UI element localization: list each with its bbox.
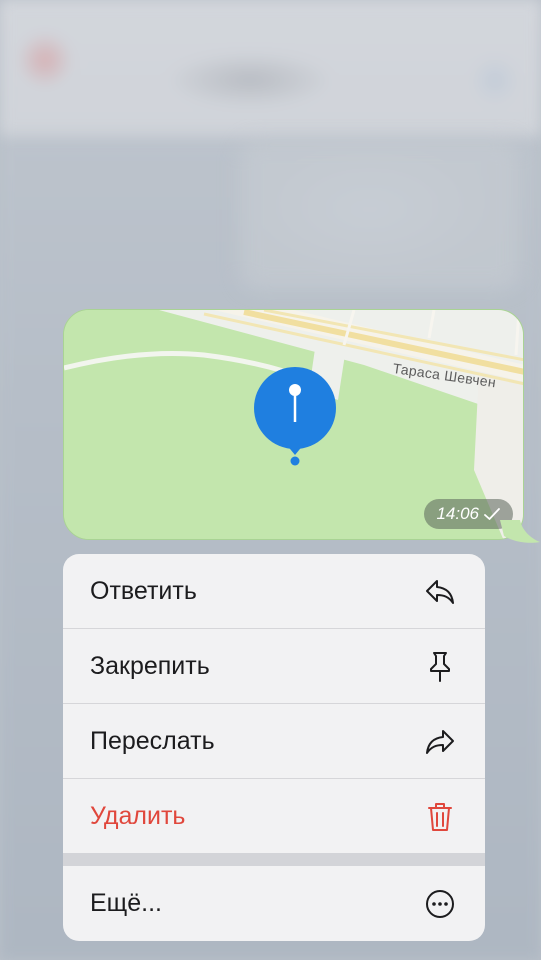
menu-item-reply[interactable]: Ответить bbox=[63, 554, 485, 629]
menu-item-label: Удалить bbox=[90, 802, 186, 830]
trash-icon bbox=[423, 800, 457, 834]
menu-item-pin[interactable]: Закрепить bbox=[63, 629, 485, 704]
pin-icon bbox=[423, 650, 457, 684]
menu-item-delete[interactable]: Удалить bbox=[63, 779, 485, 854]
menu-item-label: Ещё... bbox=[90, 889, 162, 917]
more-icon bbox=[423, 887, 457, 921]
reply-icon bbox=[423, 575, 457, 609]
context-menu: Ответить Закрепить Переслать Удалить Ещё… bbox=[63, 554, 485, 941]
screen: Тараса Шевчен 14:06 Ответить Закрепить П… bbox=[0, 0, 541, 960]
menu-item-more[interactable]: Ещё... bbox=[63, 866, 485, 941]
blurred-header bbox=[0, 0, 541, 135]
menu-group-separator bbox=[63, 853, 485, 866]
location-message[interactable]: Тараса Шевчен 14:06 bbox=[63, 309, 524, 540]
menu-item-forward[interactable]: Переслать bbox=[63, 704, 485, 779]
blurred-message bbox=[240, 140, 520, 290]
menu-item-label: Закрепить bbox=[90, 652, 210, 680]
timestamp: 14:06 bbox=[436, 504, 479, 523]
checkmark-icon bbox=[484, 508, 500, 520]
bubble-tail bbox=[500, 520, 540, 543]
forward-icon bbox=[423, 725, 457, 759]
menu-item-label: Ответить bbox=[90, 577, 197, 605]
menu-item-label: Переслать bbox=[90, 727, 215, 755]
